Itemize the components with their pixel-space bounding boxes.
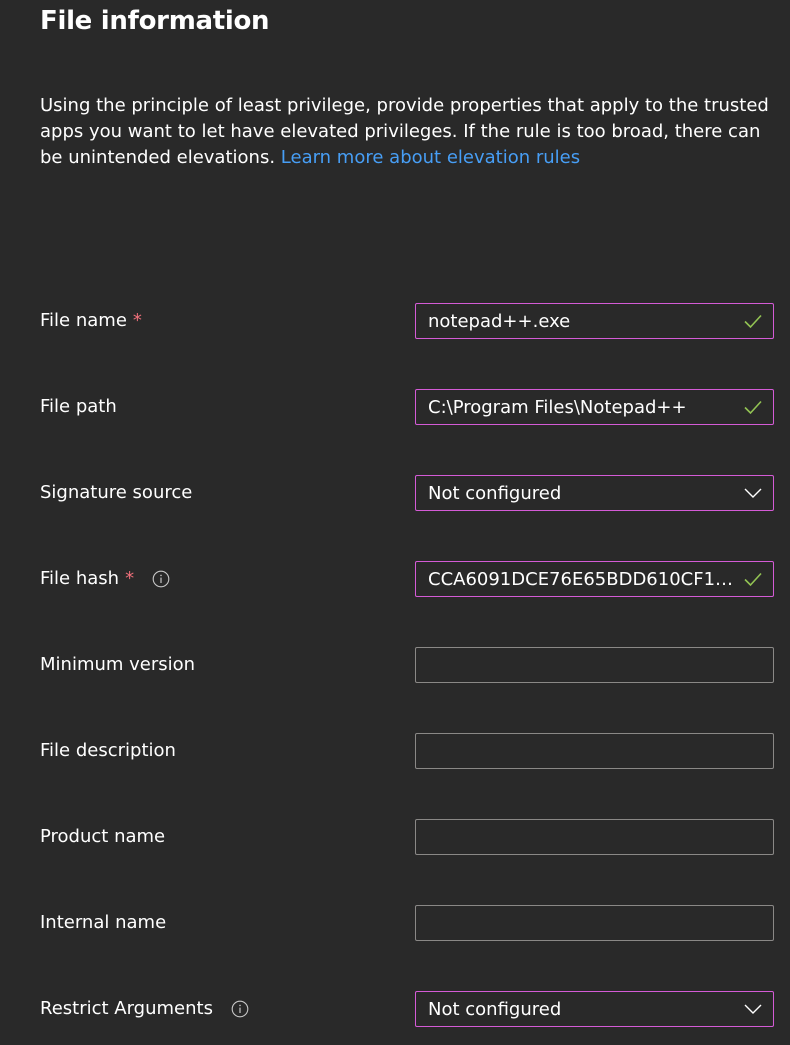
minimum-version-label: Minimum version — [40, 647, 195, 683]
checkmark-icon — [744, 314, 762, 329]
file-description-input[interactable] — [415, 733, 774, 769]
file-name-value: notepad++.exe — [428, 310, 571, 332]
chevron-down-icon — [744, 1004, 762, 1014]
restrict-arguments-label: Restrict Arguments — [40, 991, 249, 1027]
file-hash-input[interactable]: CCA6091DCE76E65BDD610CF1521... — [415, 561, 774, 597]
internal-name-row: Internal name — [40, 905, 774, 941]
file-name-label-text: File name — [40, 310, 127, 331]
internal-name-label: Internal name — [40, 905, 166, 941]
checkmark-icon — [744, 572, 762, 587]
restrict-arguments-row: Restrict Arguments Not configured — [40, 991, 774, 1027]
signature-source-row: Signature source Not configured — [40, 475, 774, 511]
file-hash-row: File hash * CCA6091DCE76E65BDD610CF1521.… — [40, 561, 774, 597]
section-description: Using the principle of least privilege, … — [40, 93, 770, 171]
restrict-arguments-dropdown[interactable]: Not configured — [415, 991, 774, 1027]
file-description-label-text: File description — [40, 740, 176, 761]
signature-source-dropdown[interactable]: Not configured — [415, 475, 774, 511]
file-path-row: File path C:\Program Files\Notepad++ — [40, 389, 774, 425]
file-hash-label: File hash * — [40, 561, 170, 597]
file-hash-label-text: File hash — [40, 568, 120, 589]
file-path-label-text: File path — [40, 396, 117, 417]
file-path-label: File path — [40, 389, 117, 425]
signature-source-label-text: Signature source — [40, 482, 193, 503]
info-icon[interactable] — [231, 1000, 249, 1018]
restrict-arguments-value: Not configured — [428, 998, 562, 1020]
product-name-input[interactable] — [415, 819, 774, 855]
required-indicator: * — [125, 568, 135, 589]
file-name-row: File name * notepad++.exe — [40, 303, 774, 339]
file-name-input[interactable]: notepad++.exe — [415, 303, 774, 339]
product-name-row: Product name — [40, 819, 774, 855]
file-information-panel: File information Using the principle of … — [0, 0, 790, 1045]
file-path-value: C:\Program Files\Notepad++ — [428, 396, 687, 418]
file-path-input[interactable]: C:\Program Files\Notepad++ — [415, 389, 774, 425]
internal-name-label-text: Internal name — [40, 912, 167, 933]
restrict-arguments-label-text: Restrict Arguments — [40, 998, 213, 1019]
file-description-label: File description — [40, 733, 176, 769]
file-description-row: File description — [40, 733, 774, 769]
file-name-label: File name * — [40, 303, 142, 339]
info-icon[interactable] — [152, 570, 170, 588]
chevron-down-icon — [744, 488, 762, 498]
signature-source-label: Signature source — [40, 475, 192, 511]
minimum-version-row: Minimum version — [40, 647, 774, 683]
file-hash-value: CCA6091DCE76E65BDD610CF1521... — [428, 568, 743, 590]
signature-source-value: Not configured — [428, 482, 562, 504]
minimum-version-input[interactable] — [415, 647, 774, 683]
required-indicator: * — [132, 310, 142, 331]
minimum-version-label-text: Minimum version — [40, 654, 196, 675]
product-name-label: Product name — [40, 819, 165, 855]
internal-name-input[interactable] — [415, 905, 774, 941]
section-title: File information — [40, 6, 270, 36]
product-name-label-text: Product name — [40, 826, 166, 847]
learn-more-link[interactable]: Learn more about elevation rules — [281, 147, 580, 168]
checkmark-icon — [744, 400, 762, 415]
